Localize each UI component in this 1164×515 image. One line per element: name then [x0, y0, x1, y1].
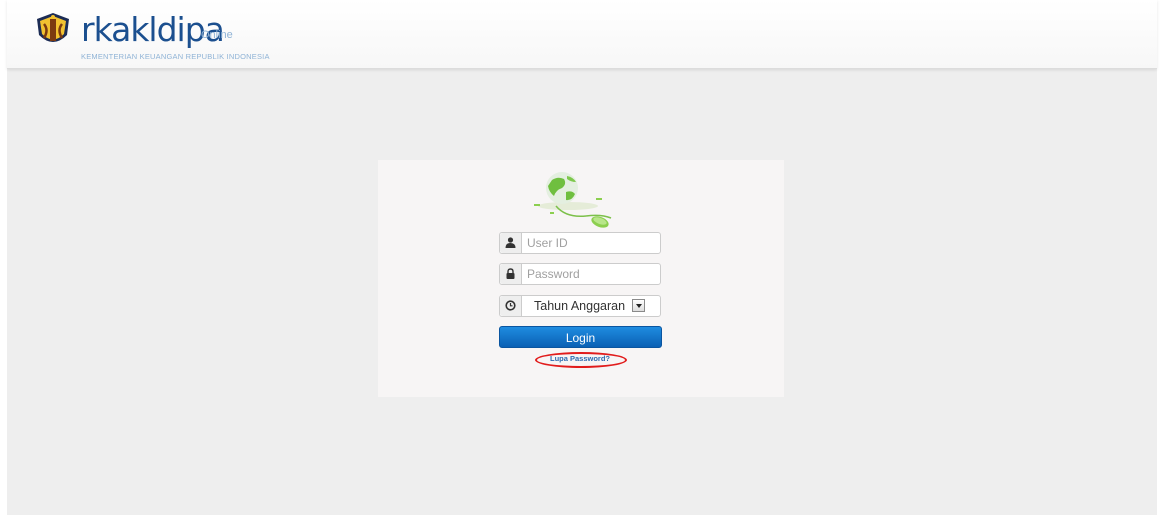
lock-icon: [506, 268, 515, 279]
user-id-group: [499, 232, 661, 254]
globe-mouse-icon: [534, 172, 612, 228]
header-bar: rkakldipa Online KEMENTERIAN KEUANGAN RE…: [7, 0, 1157, 69]
user-id-field[interactable]: [522, 233, 658, 253]
user-icon: [505, 237, 516, 248]
password-addon: [500, 264, 522, 284]
login-button[interactable]: Login: [499, 326, 662, 348]
year-selected-value: Tahun Anggaran: [534, 299, 626, 313]
year-select[interactable]: Tahun Anggaran: [499, 295, 661, 317]
clock-icon: [505, 300, 516, 311]
forgot-password-link[interactable]: Lupa Password?: [535, 354, 625, 364]
chevron-down-icon: [636, 304, 642, 308]
page-frame: rkakldipa Online KEMENTERIAN KEUANGAN RE…: [7, 0, 1157, 515]
user-addon: [500, 233, 522, 253]
year-dropdown-button[interactable]: [632, 299, 645, 312]
password-field[interactable]: [522, 264, 658, 284]
brand-tagline: KEMENTERIAN KEUANGAN REPUBLIK INDONESIA: [81, 52, 270, 61]
year-addon: [500, 296, 522, 316]
password-group: [499, 263, 661, 285]
kemenkeu-emblem-icon: [37, 13, 69, 42]
brand-suffix: Online: [201, 29, 233, 41]
login-panel: Tahun Anggaran Login Lupa Password?: [378, 160, 784, 397]
